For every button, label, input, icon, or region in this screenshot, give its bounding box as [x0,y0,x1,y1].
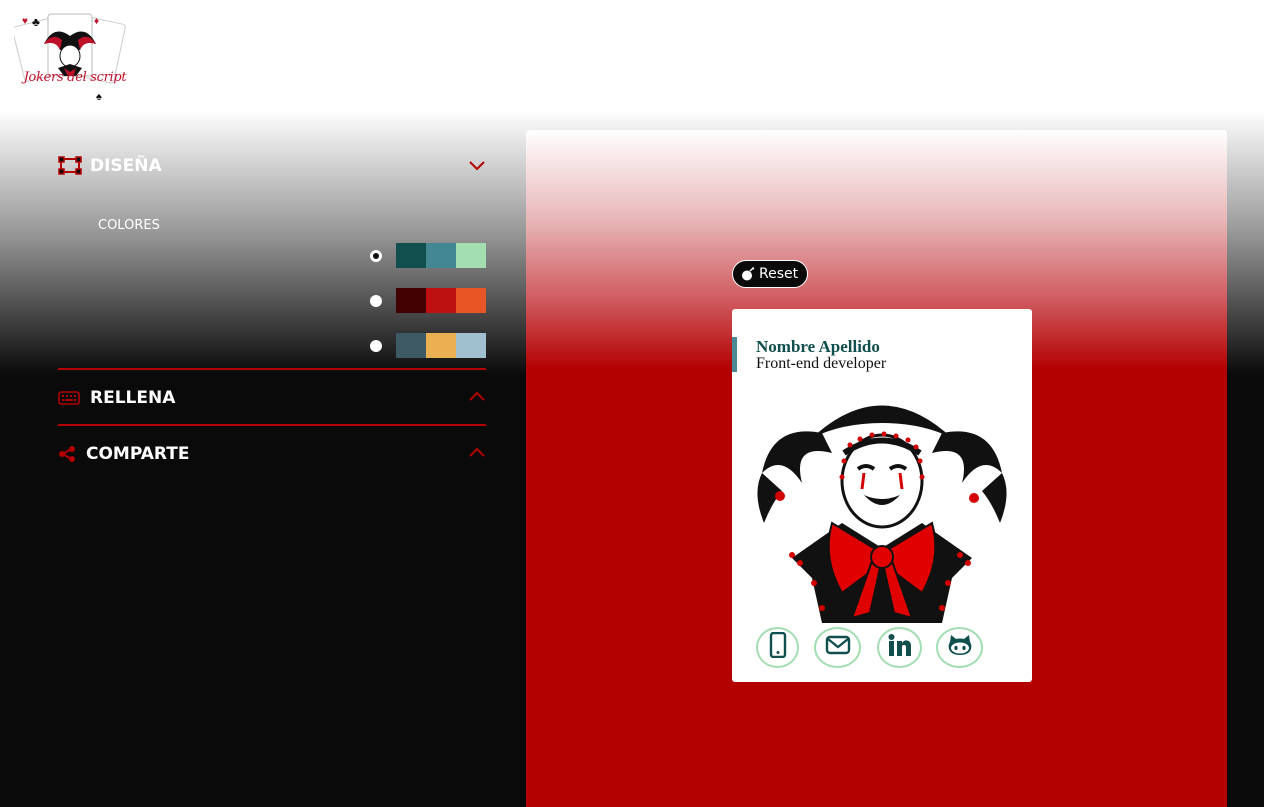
card-accent-bar [732,337,737,372]
mail-icon [825,635,851,660]
bomb-icon [741,267,755,281]
divider [58,424,486,426]
palette-option-3[interactable] [370,333,486,358]
design-icon [58,156,82,176]
reset-label: Reset [759,266,799,282]
palette-1-radio[interactable] [370,249,382,262]
joker-cards-logo-icon: ♥ ♣ ♦ ♠ [11,13,126,103]
colors-label: COLORES [98,218,160,233]
svg-text:♣: ♣ [32,15,40,29]
palette-2-swatch-2 [426,288,456,313]
palette-option-2[interactable] [370,288,486,313]
palette-1-swatch-2 [426,243,456,268]
phone-icon [769,631,787,663]
palette-2-swatch-3 [456,288,486,313]
section-design-title: DISEÑA [90,156,162,176]
section-design-header[interactable]: DISEÑA [58,140,486,192]
github-icon [947,634,973,661]
section-fill-title: RELLENA [90,388,176,408]
chevron-up-icon[interactable] [468,444,486,462]
section-share-title: COMPARTE [86,444,190,464]
card-name: Nombre Apellido [756,337,880,356]
section-fill-header[interactable]: RELLENA [58,372,486,424]
linkedin-button[interactable] [877,627,922,668]
logo[interactable]: ♥ ♣ ♦ ♠ Jokers del script [11,10,127,105]
share-icon [58,444,78,464]
svg-text:♦: ♦ [94,16,99,27]
phone-button[interactable] [756,627,799,668]
reset-button[interactable]: Reset [732,260,809,288]
card-preview-area: Reset Nombre Apellido Front-end develope… [526,130,1227,807]
github-button[interactable] [936,627,983,668]
email-button[interactable] [814,627,861,668]
palette-2-swatch-1 [396,288,426,313]
section-share-header[interactable]: COMPARTE [58,428,486,480]
palette-1-swatch-3 [456,243,486,268]
palette-1-swatch-1 [396,243,426,268]
palette-2-radio[interactable] [370,294,382,307]
keyboard-icon [58,388,82,408]
linkedin-icon [888,634,912,661]
chevron-up-icon[interactable] [468,388,486,406]
card-job: Front-end developer [756,355,887,372]
palette-3-swatch-1 [396,333,426,358]
card-profile-image [752,383,1012,623]
chevron-down-icon[interactable] [468,156,486,174]
palette-3-radio[interactable] [370,339,382,352]
divider [58,368,486,370]
palette-3-swatch-3 [456,333,486,358]
palette-option-1[interactable] [370,243,486,268]
svg-text:♥: ♥ [22,16,28,27]
svg-text:♠: ♠ [96,91,102,103]
profile-card: Nombre Apellido Front-end developer [732,309,1032,682]
form-panel: DISEÑA COLORES RELLENA COMPARTE [58,140,486,464]
palette-3-swatch-2 [426,333,456,358]
logo-text: Jokers del script [23,70,127,85]
